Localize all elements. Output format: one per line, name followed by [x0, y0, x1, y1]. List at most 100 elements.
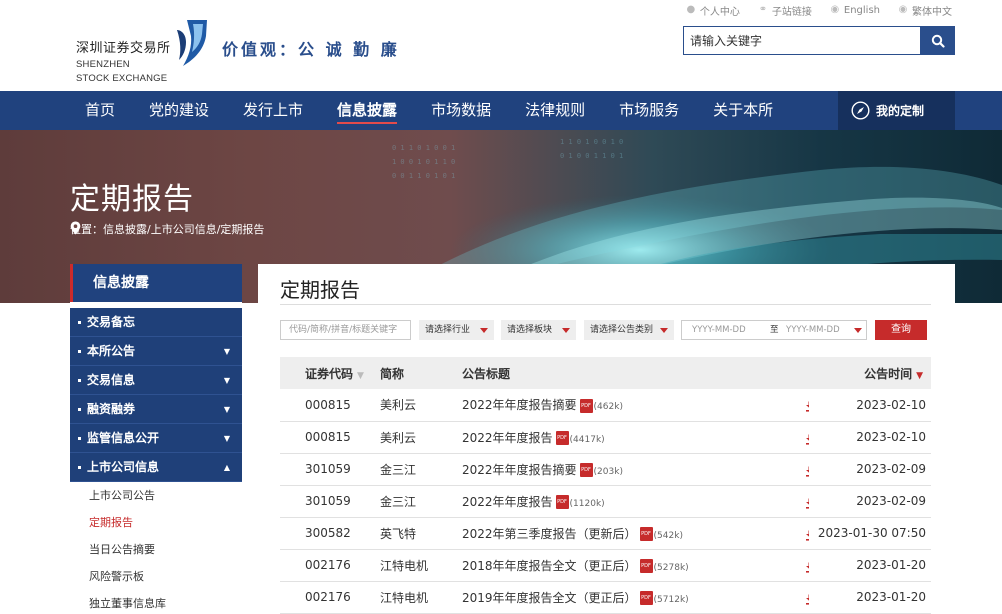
report-title-link[interactable]: 2022年年度报告 — [462, 431, 553, 445]
sidebar-item-regulatory-info[interactable]: 监管信息公开 ▼ — [70, 424, 242, 453]
table-row: 002176 江特电机 2018年年度报告全文（更正后） PDF (5278k) 2023… — [280, 549, 931, 582]
report-title-link[interactable]: 2019年年度报告全文（更正后） — [462, 591, 637, 605]
col-code[interactable]: 证券代码 ▼ — [280, 357, 364, 389]
download-icon — [806, 498, 809, 509]
cell-code: 000815 — [280, 421, 355, 454]
report-title-link[interactable]: 2022年年度报告摘要 — [462, 398, 577, 412]
pdf-icon[interactable]: PDF — [579, 398, 593, 413]
pdf-icon[interactable]: PDF — [639, 591, 653, 605]
date-from-input[interactable]: YYYY-MM-DD — [692, 321, 746, 339]
top-link-label: English — [843, 4, 880, 16]
industry-select-label: 请选择行业 — [425, 325, 471, 335]
sidebar-item-label: 交易信息 — [87, 373, 136, 387]
table-row: 002176 江特电机 2019年年度报告全文（更正后） PDF (5712k) 2023… — [280, 581, 931, 614]
cell-name: 江特电机 — [355, 549, 437, 582]
bullet-icon — [78, 437, 81, 440]
nav-item-disclosure[interactable]: 信息披露 — [320, 91, 414, 130]
sidebar-item-trading-memo[interactable]: 交易备忘 — [70, 308, 242, 337]
chevron-down-icon: ▼ — [223, 347, 230, 356]
nav-item-services[interactable]: 市场服务 — [602, 91, 696, 130]
download-button[interactable] — [805, 528, 809, 542]
board-select[interactable]: 请选择板块 — [501, 320, 576, 340]
cell-title: 2018年年度报告全文（更正后） PDF (5278k) — [437, 549, 809, 582]
site-header: 深圳证券交易所 SHENZHEN STOCK EXCHANGE 价值观：公 诚 … — [0, 0, 1002, 91]
keyword-input[interactable]: 代码/简称/拼音/标题关键字 — [280, 320, 411, 340]
cell-title: 2022年年度报告 PDF (4417k) — [437, 421, 809, 454]
download-button[interactable] — [805, 496, 809, 510]
top-link-label: 个人中心 — [699, 6, 740, 18]
top-link-personal-center[interactable]: ● 个人中心 — [686, 3, 740, 18]
report-title-link[interactable]: 2022年年度报告摘要 — [462, 463, 577, 477]
sidebar-menu: 交易备忘 本所公告 ▼ 交易信息 ▼ 融资融券 ▼ 监管信息公开 ▼ 上市公司信… — [70, 308, 242, 482]
main-panel: 定期报告 代码/简称/拼音/标题关键字 请选择行业 请选择板块 请选择公告类别 … — [258, 264, 955, 614]
sidebar-item-listed-company-info[interactable]: 上市公司信息 ▲ — [70, 453, 242, 482]
sidebar-item-label: 监管信息公开 — [87, 431, 160, 445]
my-custom-button[interactable]: 我的定制 — [838, 91, 955, 130]
search-input[interactable] — [683, 26, 921, 55]
nav-item-about[interactable]: 关于本所 — [696, 91, 790, 130]
sidebar-subitem-periodic-reports[interactable]: 定期报告 — [70, 509, 242, 536]
cell-name: 金三江 — [355, 453, 437, 486]
sidebar-item-label: 上市公司信息 — [87, 460, 160, 474]
nav-item-home[interactable]: 首页 — [68, 91, 132, 130]
query-button[interactable]: 查询 — [875, 320, 927, 340]
download-button[interactable] — [805, 464, 809, 478]
location-pin-icon — [70, 221, 81, 235]
top-link-english[interactable]: ◉ English — [830, 5, 880, 16]
pdf-icon[interactable]: PDF — [639, 559, 653, 573]
sidebar-item-label: 交易备忘 — [87, 315, 136, 329]
download-button[interactable] — [805, 399, 809, 413]
date-to-input[interactable]: YYYY-MM-DD — [786, 321, 840, 339]
nav-item-market-data[interactable]: 市场数据 — [414, 91, 508, 130]
file-size: (462k) — [593, 402, 623, 413]
report-title-link[interactable]: 2022年年度报告 — [462, 495, 553, 509]
report-title-link[interactable]: 2022年第三季度报告（更新后） — [462, 527, 637, 541]
search-button[interactable] — [921, 26, 955, 55]
date-separator: 至 — [770, 325, 779, 335]
my-custom-label: 我的定制 — [876, 104, 925, 118]
sort-icon: ▼ — [357, 370, 364, 381]
sidebar-item-exchange-notices[interactable]: 本所公告 ▼ — [70, 337, 242, 366]
download-button[interactable] — [805, 432, 809, 446]
nav-item-party[interactable]: 党的建设 — [132, 91, 226, 130]
cell-time: 2023-02-10 — [809, 421, 931, 454]
sidebar-subitem-daily-summary[interactable]: 当日公告摘要 — [70, 536, 242, 563]
top-link-substation[interactable]: ⚭ 子站链接 — [758, 3, 812, 18]
file-size: (542k) — [653, 530, 683, 541]
sidebar-subitem-independent-directors[interactable]: 独立董事信息库 — [70, 590, 242, 614]
download-button[interactable] — [805, 560, 809, 574]
pdf-icon[interactable]: PDF — [555, 495, 569, 509]
sidebar-subitem-risk-warning[interactable]: 风险警示板 — [70, 563, 242, 590]
breadcrumb-text[interactable]: 位置：信息披露/上市公司信息/定期报告 — [70, 221, 264, 237]
download-icon — [806, 401, 809, 412]
svg-text:1 1 0 1 0 0 1 0: 1 1 0 1 0 0 1 0 — [560, 138, 623, 146]
pdf-icon[interactable]: PDF — [555, 431, 569, 445]
industry-select[interactable]: 请选择行业 — [419, 320, 494, 340]
chevron-down-icon: ▼ — [223, 405, 230, 414]
download-button[interactable] — [805, 592, 809, 606]
sidebar-item-margin-trading[interactable]: 融资融券 ▼ — [70, 395, 242, 424]
category-select[interactable]: 请选择公告类别 — [584, 320, 674, 340]
sidebar-item-trading-info[interactable]: 交易信息 ▼ — [70, 366, 242, 395]
top-links: ● 个人中心 ⚭ 子站链接 ◉ English ◉ 繁体中文 — [686, 3, 952, 18]
globe-icon: ◉ — [898, 4, 908, 15]
cell-title: 2022年年度报告摘要 PDF (203k) — [437, 453, 809, 486]
sidebar-heading: 信息披露 — [70, 264, 242, 302]
pdf-icon[interactable]: PDF — [639, 527, 653, 541]
chevron-down-icon: ▼ — [223, 434, 230, 443]
col-code-label: 证券代码 — [305, 366, 354, 381]
table-row: 300582 英飞特 2022年第三季度报告（更新后） PDF (542k) 2023-0… — [280, 517, 931, 550]
nav-item-listing[interactable]: 发行上市 — [226, 91, 320, 130]
date-range-field[interactable]: YYYY-MM-DD 至 YYYY-MM-DD — [681, 320, 867, 340]
sidebar-subitem-company-announcements[interactable]: 上市公司公告 — [70, 482, 242, 509]
cell-time: 2023-01-20 — [809, 581, 931, 614]
nav-item-rules[interactable]: 法律规则 — [508, 91, 602, 130]
file-size: (5278k) — [653, 562, 689, 573]
logo-name-en-2: STOCK EXCHANGE — [76, 73, 168, 84]
col-time[interactable]: 公告时间 ▼ — [809, 357, 931, 389]
top-link-traditional-chinese[interactable]: ◉ 繁体中文 — [898, 3, 952, 18]
page-title: 定期报告 — [280, 278, 360, 302]
report-title-link[interactable]: 2018年年度报告全文（更正后） — [462, 559, 637, 573]
file-size: (5712k) — [653, 594, 689, 605]
pdf-icon[interactable]: PDF — [579, 463, 593, 477]
